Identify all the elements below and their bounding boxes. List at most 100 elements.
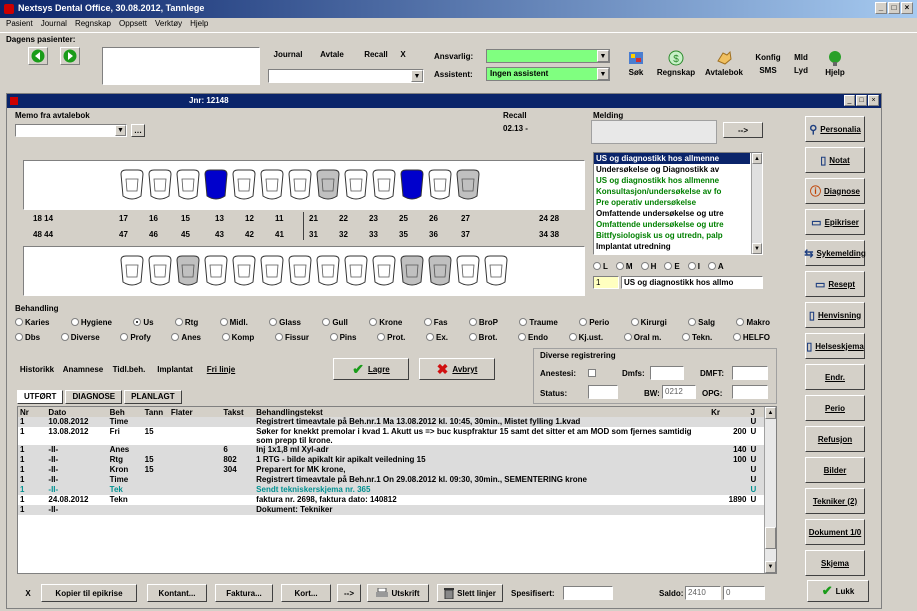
radio-icon[interactable] (171, 333, 180, 341)
close-journal-button[interactable]: X (396, 47, 410, 61)
melding-area[interactable] (591, 120, 717, 144)
behandling-option-gull[interactable]: Gull (322, 316, 348, 328)
menu-item-verktøy[interactable]: Verktøy (155, 19, 182, 31)
behandling-option-profy[interactable]: Profy (120, 331, 151, 343)
behandling-option-kjust[interactable]: Kj.ust. (568, 331, 603, 343)
tooth-upper-4[interactable] (232, 169, 256, 200)
nav-back-button[interactable] (28, 47, 48, 65)
diagnosis-item[interactable]: Pre operativ undersøkelse (594, 197, 750, 208)
nav-forward-button[interactable] (60, 47, 80, 65)
tooth-upper-12[interactable] (456, 169, 480, 200)
behandling-option-us[interactable]: Us (133, 316, 154, 328)
anestesi-checkbox[interactable] (588, 369, 596, 377)
radio-icon[interactable] (517, 333, 526, 341)
table-row[interactable]: 1 -II- Dokument: Tekniker (18, 505, 766, 515)
behandling-option-perio[interactable]: Perio (579, 316, 609, 328)
radio-icon[interactable] (322, 318, 331, 326)
diagnosis-item[interactable]: Omfattende undersøkelse og utre (594, 219, 750, 230)
bw-input[interactable]: 0212 (662, 385, 696, 399)
diagnosis-item[interactable]: Konsultasjon/undersøkelse av fo (594, 186, 750, 197)
radio-icon[interactable] (120, 333, 129, 341)
tooth-lower-1[interactable] (148, 255, 172, 286)
radio-icon[interactable] (174, 318, 183, 326)
radio-icon[interactable] (623, 333, 632, 341)
behandling-option-glass[interactable]: Glass (269, 316, 301, 328)
tooth-lower-8[interactable] (344, 255, 368, 286)
code-input[interactable]: 1 (593, 276, 619, 289)
behandling-option-traume[interactable]: Traume (519, 316, 558, 328)
table-row[interactable]: 1 10.08.2012 Time Registrert timeavtale på … (18, 417, 766, 427)
opg-input[interactable] (732, 385, 768, 399)
behandling-option-oralm[interactable]: Oral m. (623, 331, 661, 343)
menu-item-hjelp[interactable]: Hjelp (190, 19, 208, 31)
behandling-option-karies[interactable]: Karies (15, 316, 49, 328)
side-button-diagnose[interactable]: ⓘ Diagnose (805, 178, 865, 204)
behandling-option-endo[interactable]: Endo (517, 331, 548, 343)
lagre-button[interactable]: ✔ Lagre (333, 358, 409, 380)
diagnosis-scrollbar[interactable]: ▲ ▼ (751, 153, 762, 254)
radio-icon[interactable] (568, 333, 577, 341)
behandling-option-dbs[interactable]: Dbs (15, 331, 40, 343)
tooth-upper-10[interactable] (400, 169, 424, 200)
radio-icon[interactable] (615, 262, 624, 270)
slett-linjer-button[interactable]: Slett linjer (437, 584, 503, 602)
radio-icon[interactable] (707, 262, 716, 270)
radio-icon[interactable] (468, 318, 477, 326)
radio-icon[interactable] (133, 318, 142, 326)
surface-option-i[interactable]: I (687, 260, 700, 272)
radio-icon[interactable] (269, 318, 278, 326)
tooth-lower-2[interactable] (176, 255, 200, 286)
radio-icon[interactable] (329, 333, 338, 341)
tab-diagnose[interactable]: DIAGNOSE (65, 390, 123, 404)
behandling-option-prot[interactable]: Prot. (377, 331, 405, 343)
table-scrollbar[interactable]: ▲ ▼ (764, 407, 776, 573)
kopier-epikrise-button[interactable]: Kopier til epikrise (41, 584, 137, 602)
spesifisert-input[interactable] (563, 586, 613, 600)
side-button-tekniker--2-[interactable]: Tekniker (2) (805, 488, 865, 514)
konfig-button[interactable]: Konfig (752, 51, 784, 64)
scroll-down-icon[interactable]: ▼ (765, 561, 776, 573)
memo-more-button[interactable]: … (131, 124, 145, 137)
radio-icon[interactable] (274, 333, 283, 341)
tooth-upper-2[interactable] (176, 169, 200, 200)
radio-icon[interactable] (221, 333, 230, 341)
maximize-icon[interactable]: □ (856, 95, 867, 106)
tooth-upper-5[interactable] (260, 169, 284, 200)
diagnosis-item[interactable]: Implantat utredning (594, 241, 750, 252)
behandling-option-ex[interactable]: Ex. (426, 331, 448, 343)
tab-planlagt[interactable]: PLANLAGT (124, 390, 182, 404)
memo-select[interactable]: ▼ (15, 124, 127, 137)
surface-option-l[interactable]: L (593, 260, 608, 272)
side-button-endr-[interactable]: Endr. (805, 364, 865, 390)
mld-button[interactable]: Mld (788, 51, 814, 64)
menu-item-pasient[interactable]: Pasient (6, 19, 33, 31)
radio-icon[interactable] (468, 333, 477, 341)
tooth-lower-13[interactable] (484, 255, 508, 286)
table-row[interactable]: 1 -II- Anes 6 Inj 1x1,8 ml Xyl-adr 140 U (18, 445, 766, 455)
table-row[interactable]: 1 13.08.2012 Fri 15 Søker for knekkt premola… (18, 427, 766, 445)
radio-icon[interactable] (60, 333, 69, 341)
lyd-button[interactable]: Lyd (788, 64, 814, 77)
avbryt-button[interactable]: ✖ Avbryt (419, 358, 495, 380)
behandling-option-rtg[interactable]: Rtg (174, 316, 198, 328)
bottom-arrow-button[interactable]: --> (337, 584, 361, 602)
diagnosis-list[interactable]: US og diagnostikk hos allmenne Undersøkel… (593, 152, 763, 255)
behandling-option-krone[interactable]: Krone (369, 316, 402, 328)
side-button-skjema[interactable]: Skjema (805, 550, 865, 576)
anamnese-button[interactable]: Anamnese (61, 360, 105, 378)
faktura-button[interactable]: Faktura... (215, 584, 273, 602)
scroll-up-icon[interactable]: ▲ (752, 153, 762, 164)
utskrift-button[interactable]: Utskrift (367, 584, 429, 602)
saldo-input-2[interactable]: 0 (723, 586, 765, 600)
side-button-notat[interactable]: ▯ Notat (805, 147, 865, 173)
tooth-upper-0[interactable] (120, 169, 144, 200)
close-icon[interactable]: × (901, 2, 913, 14)
sok-button[interactable]: Søk (622, 49, 650, 87)
behandling-option-helfo[interactable]: HELFO (732, 331, 770, 343)
table-row[interactable]: 1 24.08.2012 Tekn faktura nr. 2698, faktura… (18, 495, 766, 505)
diagnosis-item[interactable]: Omfattende undersøkelse og utre (594, 208, 750, 219)
side-button-dokument-1-0[interactable]: Dokument 1/0 (805, 519, 865, 545)
radio-icon[interactable] (369, 318, 378, 326)
radio-icon[interactable] (519, 318, 528, 326)
diagnosis-item[interactable]: US og diagnostikk hos allmenne (594, 153, 750, 164)
